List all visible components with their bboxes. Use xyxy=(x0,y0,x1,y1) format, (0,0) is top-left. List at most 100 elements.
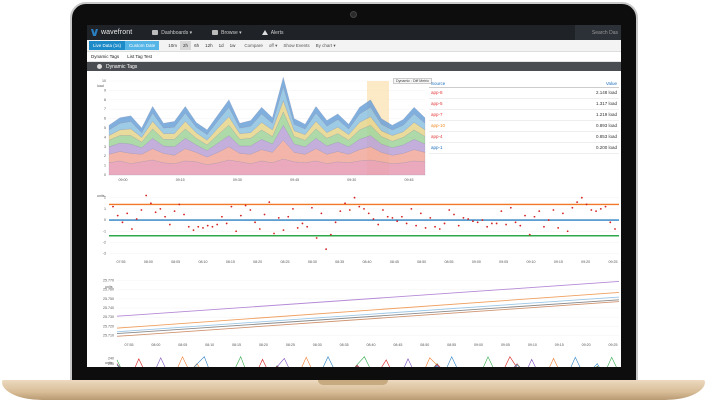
scatter-point xyxy=(277,216,280,219)
scatter-point xyxy=(434,225,436,228)
scatter-point xyxy=(116,214,119,217)
dashboard-icon xyxy=(152,30,159,35)
scatter-point xyxy=(183,213,185,216)
scatter-point xyxy=(154,211,157,214)
scatter-point xyxy=(528,233,531,236)
nav-alerts-label: Alerts xyxy=(270,29,284,36)
scatter-point xyxy=(405,222,408,225)
x-tick-label: 08:10 xyxy=(205,343,214,347)
scatter-point xyxy=(306,225,309,228)
scatter-point xyxy=(509,206,512,209)
scatter-point xyxy=(329,233,332,236)
y-tick-label: 1 xyxy=(104,164,106,168)
scatter-point xyxy=(225,222,228,225)
scatter-point xyxy=(301,222,304,225)
x-tick-label: 09:25 xyxy=(609,260,618,264)
section-header[interactable]: Dynamic Tags xyxy=(87,62,621,71)
legend-row[interactable]: app-1 0.200 load xyxy=(429,143,619,154)
legend-source: app-1 xyxy=(431,145,443,150)
window-1d[interactable]: 1d xyxy=(216,41,227,50)
search-input[interactable]: Search Das xyxy=(575,25,621,40)
x-tick-label: 08:00 xyxy=(144,260,153,264)
scatter-point xyxy=(614,228,616,230)
legend-row[interactable]: app-10 0.893 load xyxy=(429,121,619,132)
legend-value: 0.853 load xyxy=(595,134,617,139)
scatter-point xyxy=(112,205,114,208)
y-tick-label: 0 xyxy=(104,173,106,177)
by-chart-select[interactable]: By chart ▾ xyxy=(316,43,336,49)
y-axis-label: units xyxy=(97,194,105,198)
y-tick-label: 25.770 xyxy=(103,279,114,283)
window-2h[interactable]: 2h xyxy=(180,41,192,50)
window-1w[interactable]: 1w xyxy=(227,41,239,50)
scatter-point xyxy=(382,209,384,211)
window-12h[interactable]: 12h xyxy=(202,41,216,50)
legend-value: 2.148 load xyxy=(595,90,617,95)
x-tick-label: 08:05 xyxy=(171,260,180,264)
window-10m[interactable]: 10m xyxy=(165,41,180,50)
compare-select[interactable]: off ▾ xyxy=(269,43,277,49)
dashboard-tabs: Dynamic Tags List Tag Test xyxy=(87,52,621,62)
line-series xyxy=(116,301,620,337)
x-tick-label: 08:45 xyxy=(390,260,399,264)
y-tick-label: 5 xyxy=(104,126,106,130)
legend-row[interactable]: app-7 1.219 load xyxy=(429,110,619,121)
scatter-point xyxy=(481,219,484,221)
tab-dynamic-tags[interactable]: Dynamic Tags xyxy=(91,54,119,59)
collapse-icon[interactable] xyxy=(97,64,102,69)
nav-dashboards[interactable]: Dashboards ▾ xyxy=(152,30,192,36)
scatter-point xyxy=(353,196,356,199)
window-6h[interactable]: 6h xyxy=(191,41,202,50)
x-tick-label: 08:30 xyxy=(308,260,317,264)
scatter-point xyxy=(311,206,313,209)
scatter-point xyxy=(377,223,380,226)
alert-icon xyxy=(261,30,268,35)
tab-list-tag-test[interactable]: List Tag Test xyxy=(127,54,152,59)
legend-source-header[interactable]: Source xyxy=(431,81,445,86)
scatter-point xyxy=(235,230,238,233)
x-tick-label: 08:35 xyxy=(340,343,349,347)
scatter-point xyxy=(476,221,479,224)
legend-header: Source Value xyxy=(429,80,619,88)
line-series xyxy=(116,357,598,367)
y-tick-label: 25.740 xyxy=(103,306,114,310)
x-tick-label: 08:40 xyxy=(363,260,372,264)
y-tick-label: 25.710 xyxy=(103,333,114,337)
scatter-point xyxy=(609,221,612,224)
hover-tooltip: Dynamic : Diff Metric xyxy=(393,78,433,84)
scatter-point xyxy=(367,212,370,215)
app-name: wavefront xyxy=(101,29,133,36)
time-toolbar: Live Data (1s) Custom Date 10m 2h 6h 12h… xyxy=(87,40,621,52)
legend-row[interactable]: app-8 2.148 load xyxy=(429,88,619,99)
nav-alerts[interactable]: Alerts xyxy=(261,29,284,36)
scatter-point xyxy=(145,194,148,197)
y-axis-label: units xyxy=(105,361,113,365)
wavefront-logo[interactable]: wavefront xyxy=(91,29,132,36)
y-tick-label: 10 xyxy=(102,79,106,83)
nav-browse[interactable]: Browse ▾ xyxy=(212,30,242,36)
legend-row[interactable]: app-5 1.317 load xyxy=(429,99,619,110)
scatter-point xyxy=(258,228,261,230)
legend-row[interactable]: app-4 0.853 load xyxy=(429,132,619,143)
y-tick-label: 9 xyxy=(104,88,106,92)
scatter-point xyxy=(315,237,318,239)
live-data-button[interactable]: Live Data (1s) xyxy=(89,41,126,50)
scatter-point xyxy=(320,212,323,215)
x-tick-label: 08:10 xyxy=(199,260,208,264)
scatter-point xyxy=(585,203,588,206)
scatter-point xyxy=(348,209,351,211)
custom-date-button[interactable]: Custom Date xyxy=(125,41,160,50)
y-tick-label: -2 xyxy=(103,240,106,244)
x-tick-label: 09:25 xyxy=(609,343,618,347)
scatter-point xyxy=(495,222,498,225)
y-tick-label: 0 xyxy=(104,218,106,222)
show-events-button[interactable]: Show Events xyxy=(283,43,309,48)
x-tick-label: 08:50 xyxy=(420,343,429,347)
scatter-point xyxy=(457,224,460,227)
x-tick-label: 08:40 xyxy=(367,343,376,347)
scatter-point xyxy=(135,218,138,220)
legend-value-header[interactable]: Value xyxy=(606,81,617,86)
x-tick-label: 08:05 xyxy=(178,343,187,347)
scatter-point xyxy=(282,229,285,232)
scatter-point xyxy=(159,207,162,210)
